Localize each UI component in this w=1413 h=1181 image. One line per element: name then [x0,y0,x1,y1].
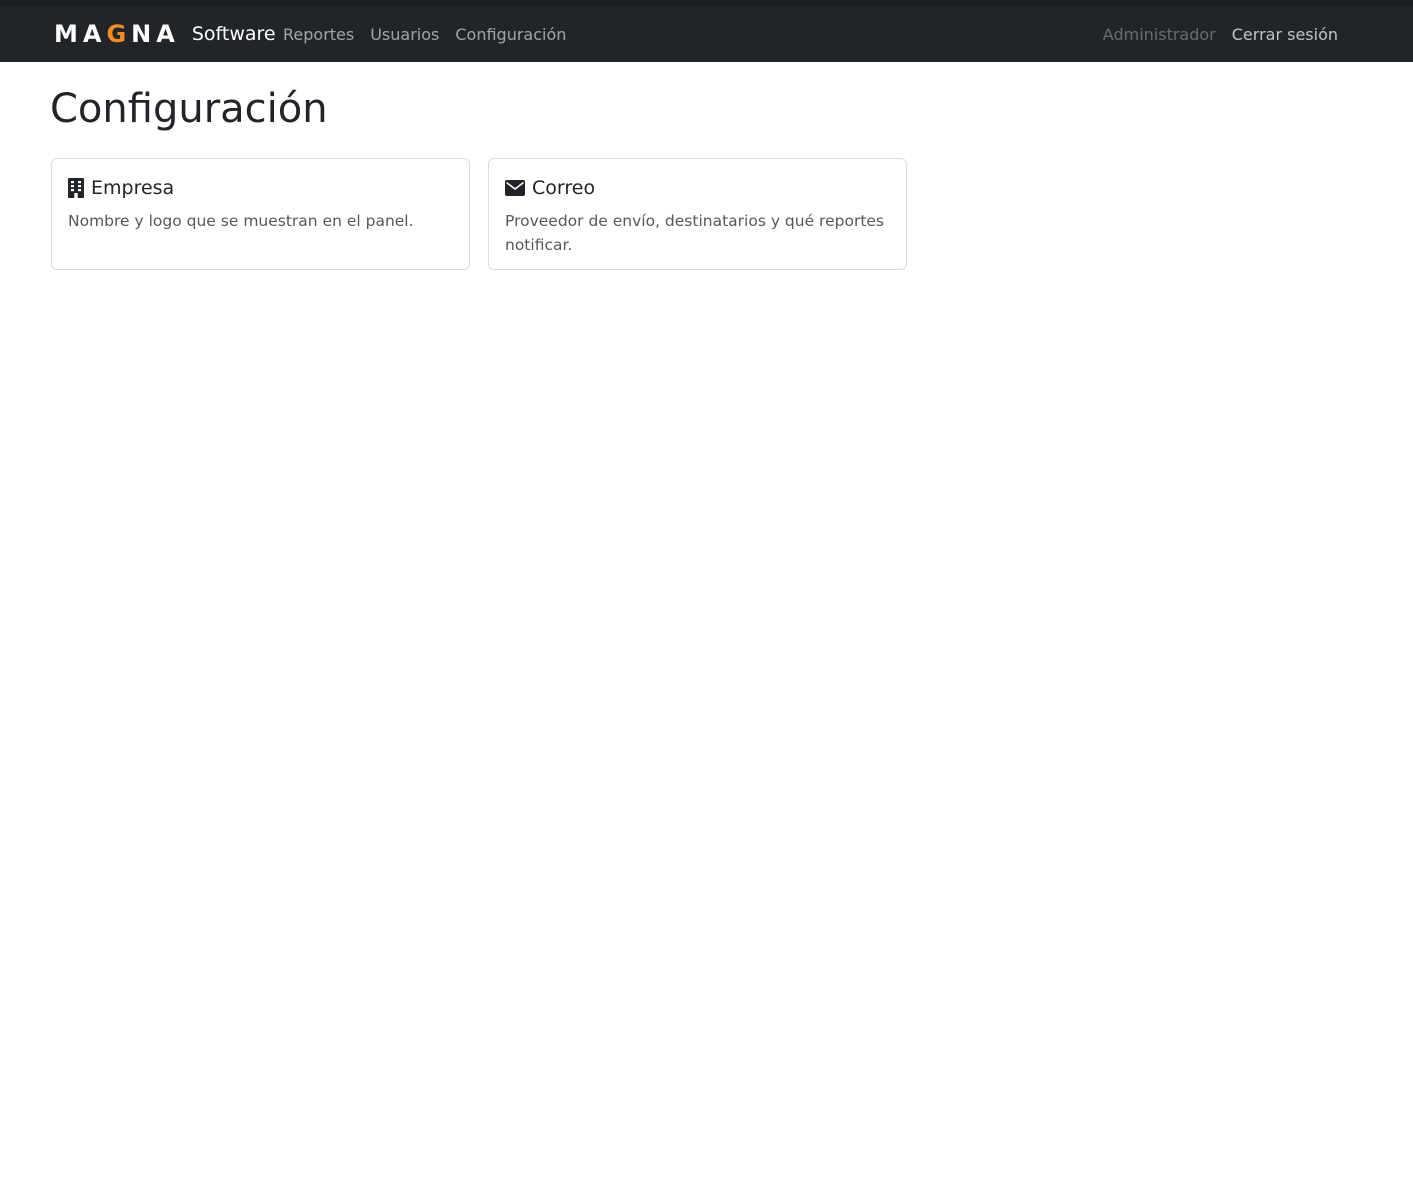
settings-card-correo[interactable]: Correo Proveedor de envío, destinatarios… [488,158,907,270]
logo-letter: M [54,20,83,48]
brand-link[interactable]: M A G N A Software [54,6,276,62]
card-description: Nombre y logo que se muestran en el pane… [68,212,414,230]
logo-letter: N [131,20,157,48]
page-title: Configuración [50,86,328,132]
card-title: Correo [532,177,596,199]
logo-letter-accent: G [106,20,132,48]
logout-link[interactable]: Cerrar sesión [1232,25,1338,44]
envelope-icon [505,180,525,196]
nav-item-reportes[interactable]: Reportes [283,25,354,44]
logo-letter: A [156,20,180,48]
brand-logo: M A G N A [54,22,180,46]
main-nav: Reportes Usuarios Configuración [283,6,566,62]
logo-letter: A [82,20,107,48]
building-icon [68,178,84,198]
card-title: Empresa [91,177,175,199]
user-nav: Administrador Cerrar sesión [1103,6,1338,62]
navbar: M A G N A Software Reportes Usuarios Con… [0,6,1413,62]
card-header: Empresa [68,175,453,201]
nav-item-usuarios[interactable]: Usuarios [370,25,439,44]
card-header: Correo [505,175,890,201]
nav-item-configuracion[interactable]: Configuración [455,25,566,44]
brand-name: Software [191,23,276,45]
card-description: Proveedor de envío, destinatarios y qué … [505,212,885,254]
current-user-label: Administrador [1102,24,1216,44]
settings-card-empresa[interactable]: Empresa Nombre y logo que se muestran en… [51,158,470,270]
